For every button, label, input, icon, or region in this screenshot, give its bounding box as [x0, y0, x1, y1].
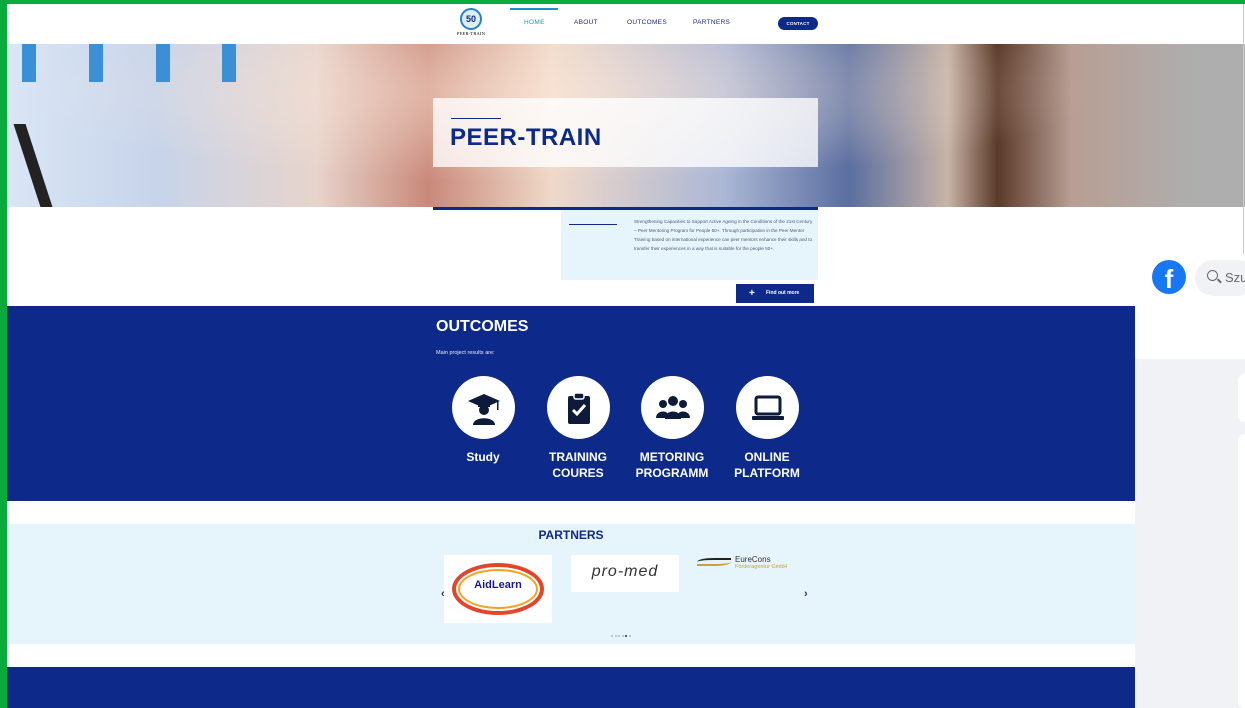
outcome-label-text: ONLINE PLATFORM [734, 450, 800, 480]
outcome-label: TRAINING COURES [533, 449, 623, 481]
top-navigation: 50 PEER-TRAIN HOME ABOUT OUTCOMES PARTNE… [7, 4, 1245, 44]
carousel-dots[interactable] [611, 624, 632, 642]
laptop-icon [735, 376, 799, 439]
nav-item-partners[interactable]: PARTNERS [693, 19, 730, 26]
hero-title: PEER-TRAIN [450, 124, 602, 151]
partner-logo-aidlearn[interactable]: AidLearn [444, 555, 552, 623]
hero-title-line [451, 118, 501, 119]
outcome-metoring-programm[interactable]: METORING PROGRAMM [627, 376, 717, 481]
outcome-study[interactable]: Study [438, 376, 528, 465]
find-out-more-label: Find out more [766, 290, 800, 296]
search-icon [1207, 270, 1218, 281]
footer-section [7, 667, 1135, 708]
partner-logo-eurecons[interactable]: EureCons Förderagentur GmbH [697, 555, 809, 575]
facebook-panel-top [1135, 299, 1245, 359]
contact-button[interactable]: CONTACT [778, 17, 818, 30]
carousel-next-arrow[interactable]: › [804, 588, 808, 600]
facebook-side-panel [1135, 299, 1245, 708]
outcome-label-text: TRAINING COURES [549, 450, 607, 480]
outcomes-subtitle: Main project results are: [436, 350, 495, 356]
find-out-more-button[interactable]: + Find out more [736, 284, 814, 303]
group-icon [640, 376, 704, 439]
logo-text: PEER-TRAIN [456, 31, 486, 36]
facebook-icon[interactable]: f [1152, 260, 1186, 294]
nav-item-home[interactable]: HOME [524, 19, 545, 26]
eurecons-name: EureCons [735, 555, 771, 564]
outcomes-section: OUTCOMES Main project results are: Study [7, 306, 1135, 501]
partners-section: PARTNERS ‹ AidLearn pro-med EureCons För… [7, 524, 1135, 644]
partners-title: PARTNERS [538, 528, 604, 542]
description-line [569, 224, 617, 225]
promed-text: pro-med [591, 563, 659, 580]
site-logo[interactable]: 50 PEER-TRAIN [451, 8, 491, 42]
eurecons-swoosh [697, 558, 731, 566]
facebook-card-large [1238, 434, 1245, 708]
outcome-training-coures[interactable]: TRAINING COURES [533, 376, 623, 481]
hero-background-windows [22, 44, 272, 84]
graduate-icon [451, 376, 515, 439]
nav-active-indicator [510, 8, 558, 10]
outcome-online-platform[interactable]: ONLINE PLATFORM [722, 376, 812, 481]
clipboard-check-icon [546, 376, 610, 439]
facebook-search-input[interactable]: Szu [1195, 260, 1245, 296]
eurecons-subtitle: Förderagentur GmbH [735, 564, 788, 570]
facebook-card [1238, 374, 1245, 422]
outcome-label: ONLINE PLATFORM [722, 449, 812, 481]
window-divider [1243, 4, 1244, 254]
logo-badge: 50 [460, 8, 482, 30]
browser-content: 50 PEER-TRAIN HOME ABOUT OUTCOMES PARTNE… [7, 4, 1245, 708]
plus-icon: + [749, 288, 755, 299]
aidlearn-text: AidLearn [474, 579, 522, 591]
outcome-label-text: METORING PROGRAMM [635, 450, 709, 480]
outcome-label: Study [466, 450, 500, 464]
nav-item-about[interactable]: ABOUT [574, 19, 598, 26]
outcome-label: METORING PROGRAMM [627, 449, 717, 481]
description-text: Strengthening Capacities to Support Acti… [634, 219, 813, 251]
nav-item-outcomes[interactable]: OUTCOMES [627, 19, 667, 26]
partner-logo-promed[interactable]: pro-med [571, 555, 679, 592]
outcomes-title: OUTCOMES [436, 318, 529, 335]
facebook-search-placeholder: Szu [1225, 270, 1245, 285]
